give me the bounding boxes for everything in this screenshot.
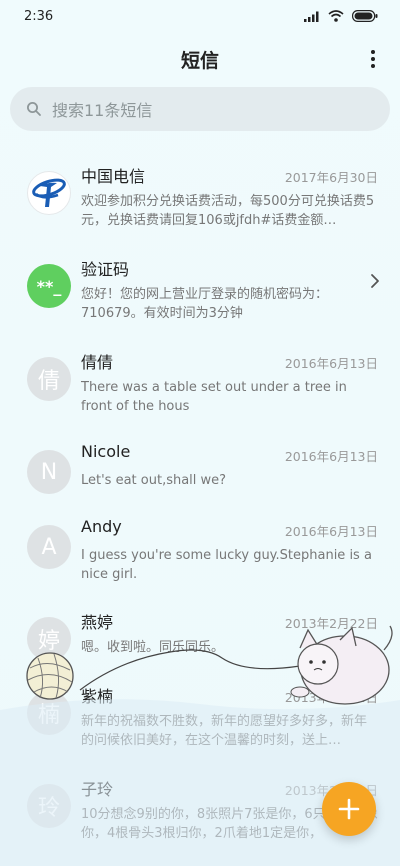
conversation-name: 倩倩 (81, 353, 114, 372)
conversation-list: 中国电信 2017年6月30日 欢迎参加积分兑换话费活动，每500分可兑换话费5… (0, 148, 400, 854)
avatar-text: N (40, 459, 58, 485)
more-dot (371, 64, 375, 68)
avatar: **_ (27, 264, 71, 308)
conversation-name: 子玲 (81, 780, 114, 799)
avatar: 楠 (27, 691, 71, 735)
status-bar: 2:36 (0, 0, 400, 34)
conversation-snippet: 欢迎参加积分兑换话费活动，每500分可兑换话费5元，兑换话费请回复106或jfd… (81, 194, 375, 228)
status-icons (304, 10, 378, 22)
chevron-right-icon[interactable] (370, 273, 380, 289)
conversation-date: 2016年6月13日 (284, 356, 378, 371)
avatar: 玲 (27, 784, 71, 828)
conversation-date: 2013年2月22日 (284, 690, 378, 705)
conversation-item[interactable]: **_ 验证码 您好！您的网上营业厅登录的随机密码为：710679。有效时间为3… (0, 241, 400, 334)
status-time: 2:36 (24, 9, 54, 24)
conversation-snippet: 您好！您的网上营业厅登录的随机密码为：710679。有效时间为3分钟 (81, 287, 329, 321)
avatar: 婷 (27, 617, 71, 661)
signal-icon (304, 11, 319, 22)
avatar (27, 171, 71, 215)
avatar-text: 婷 (37, 629, 60, 654)
more-options-button[interactable] (368, 46, 378, 72)
avatar: N (27, 450, 71, 494)
avatar-text: 楠 (37, 703, 60, 728)
conversation-name: Nicole (81, 442, 131, 461)
avatar-text: 倩 (37, 369, 60, 394)
new-message-button[interactable] (322, 782, 376, 836)
conversation-item[interactable]: N Nicole 2016年6月13日 Let's eat out,shall … (0, 427, 400, 502)
battery-icon (352, 10, 378, 22)
conversation-name: 燕婷 (81, 613, 114, 632)
conversation-date: 2016年6月13日 (284, 524, 378, 539)
plus-icon (338, 798, 360, 820)
conversation-item[interactable]: 倩 倩倩 2016年6月13日 There was a table set ou… (0, 334, 400, 427)
conversation-snippet: Let's eat out,shall we? (81, 473, 227, 488)
conversation-snippet: I guess you're some lucky guy.Stephanie … (81, 548, 372, 582)
avatar-text: 玲 (37, 796, 60, 821)
conversation-name: Andy (81, 517, 122, 536)
conversation-snippet: There was a table set out under a tree i… (81, 380, 347, 414)
conversation-item[interactable]: 楠 紫楠 2013年2月22日 新年的祝福数不胜数，新年的愿望好多好多，新年的问… (0, 668, 400, 761)
wifi-icon (328, 10, 344, 22)
conversation-name: 紫楠 (81, 687, 114, 706)
conversation-item[interactable]: 中国电信 2017年6月30日 欢迎参加积分兑换话费活动，每500分可兑换话费5… (0, 148, 400, 241)
avatar: A (27, 525, 71, 569)
conversation-date: 2013年2月22日 (284, 616, 378, 631)
more-dot (371, 57, 375, 61)
title-bar: 短信 (0, 34, 400, 84)
conversation-name: 验证码 (81, 260, 130, 279)
conversation-snippet: 嗯。收到啦。同乐同乐。 (81, 640, 225, 655)
page-title: 短信 (180, 50, 219, 72)
conversation-name: 中国电信 (81, 167, 146, 186)
avatar: 倩 (27, 357, 71, 401)
conversation-item[interactable]: 婷 燕婷 2013年2月22日 嗯。收到啦。同乐同乐。 (0, 594, 400, 668)
avatar-text: A (41, 534, 57, 560)
china-telecom-logo-icon (27, 171, 71, 215)
conversation-item[interactable]: A Andy 2016年6月13日 I guess you're some lu… (0, 502, 400, 594)
more-dot (371, 50, 375, 54)
search-icon (27, 102, 41, 116)
conversation-snippet: 新年的祝福数不胜数，新年的愿望好多好多，新年的问候依旧美好，在这个温馨的时刻，送… (81, 714, 368, 748)
search-placeholder: 搜索11条短信 (52, 101, 153, 120)
conversation-date: 2016年6月13日 (284, 449, 378, 464)
conversation-date: 2017年6月30日 (284, 170, 378, 185)
avatar-text: **_ (36, 276, 62, 296)
search-input[interactable]: 搜索11条短信 (10, 87, 390, 131)
